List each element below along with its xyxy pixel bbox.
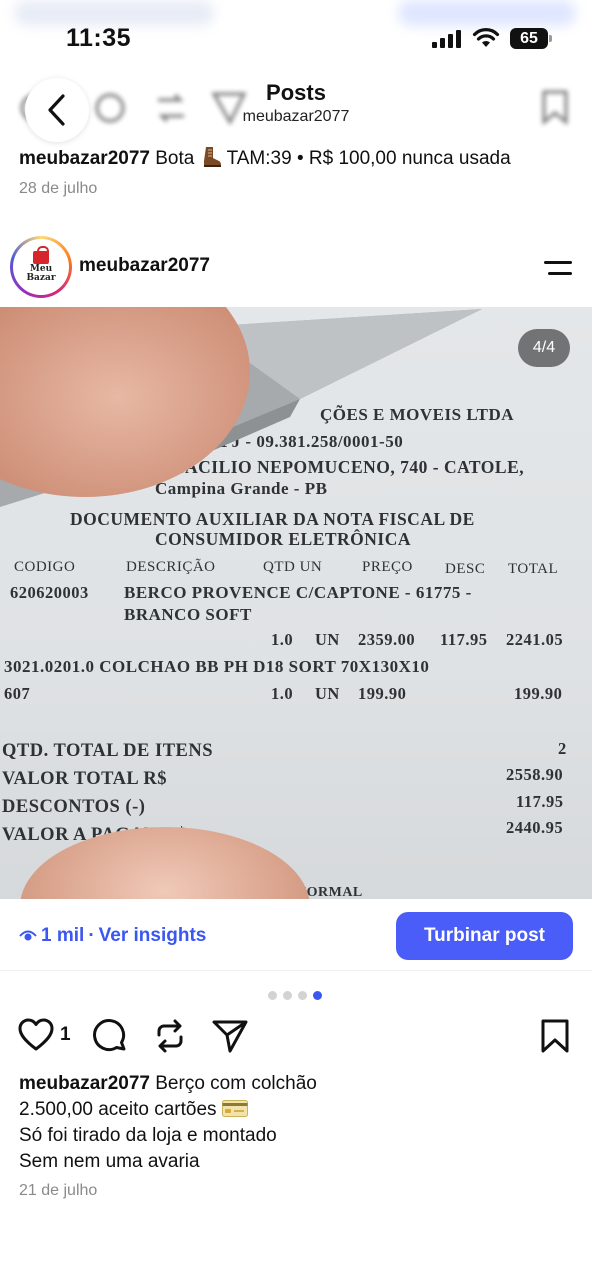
previous-post-date: 28 de julho: [19, 180, 98, 197]
eye-icon: [19, 930, 37, 941]
credit-card-emoji-icon: [221, 1100, 248, 1117]
previous-post-caption-details: TAM:39 • R$ 100,00 nunca usada: [226, 148, 511, 169]
carousel-dot-4-active: [313, 991, 322, 1000]
previous-post-caption-text: Bota: [155, 148, 195, 169]
insights-separator: ·: [88, 925, 95, 946]
post-actions: 1: [0, 1014, 592, 1060]
caption-line-2: 2.500,00 aceito cartões: [19, 1097, 579, 1123]
page-title: Posts: [266, 80, 326, 105]
insights-label: Ver insights: [98, 925, 207, 946]
previous-post-username[interactable]: meubazar2077: [19, 148, 150, 169]
post-date: 21 de julho: [19, 1182, 98, 1199]
comment-icon[interactable]: [92, 1018, 128, 1054]
repost-icon[interactable]: [153, 1018, 187, 1054]
menu-icon[interactable]: [542, 258, 574, 278]
wifi-icon: [472, 28, 500, 47]
status-time: 11:35: [66, 24, 132, 52]
post-caption: meubazar2077 Berço com colchão 2.500,00 …: [19, 1071, 579, 1175]
caption-username[interactable]: meubazar2077: [19, 1073, 150, 1094]
carousel-indicator: [268, 991, 322, 1000]
carousel-dot-1: [268, 991, 277, 1000]
carousel-dot-3: [298, 991, 307, 1000]
post-header: Meu Bazar meubazar2077: [0, 236, 592, 300]
heart-icon[interactable]: [18, 1018, 54, 1052]
blurred-background-button: [398, 0, 576, 26]
page-subtitle: meubazar2077: [242, 108, 350, 125]
slide-counter: 4/4: [518, 329, 570, 367]
avatar-logo-text-2: Bazar: [26, 273, 56, 283]
caption-text-2: 2.500,00 aceito cartões: [19, 1099, 217, 1120]
caption-text-1: Berço com colchão: [155, 1073, 317, 1094]
blurred-background-element: [14, 0, 214, 26]
views-count: 1 mil: [41, 925, 85, 946]
like-group: 1: [18, 1018, 71, 1052]
insights-link[interactable]: 1 mil · Ver insights: [19, 925, 206, 947]
post-username[interactable]: meubazar2077: [79, 255, 210, 277]
carousel-dot-2: [283, 991, 292, 1000]
previous-post-caption: meubazar2077 Bota TAM:39 • R$ 100,00 nun…: [19, 146, 579, 172]
insights-bar: 1 mil · Ver insights Turbinar post: [0, 899, 592, 971]
boot-emoji-icon: [203, 147, 221, 167]
boost-post-button[interactable]: Turbinar post: [396, 912, 573, 960]
shopping-bag-icon: [33, 246, 49, 264]
avatar-logo: Meu Bazar: [13, 239, 69, 295]
post-image[interactable]: ÇÕES E MOVEIS LTDA NPJ - 09.381.258/0001…: [0, 307, 592, 899]
battery-indicator: 65: [510, 28, 548, 49]
caption-text-3: Só foi tirado da loja e montado: [19, 1125, 277, 1146]
caption-text-4: Sem nem uma avaria: [19, 1151, 200, 1172]
share-icon[interactable]: [211, 1018, 249, 1054]
battery-tip: [549, 35, 552, 42]
caption-line-1: meubazar2077 Berço com colchão: [19, 1071, 579, 1097]
previous-post-caption-block: meubazar2077 Bota TAM:39 • R$ 100,00 nun…: [19, 146, 579, 198]
like-count[interactable]: 1: [60, 1024, 71, 1046]
bookmark-icon[interactable]: [540, 1018, 570, 1054]
nav-header: Posts meubazar2077: [0, 66, 592, 142]
cellular-signal-icon: [432, 30, 461, 48]
avatar[interactable]: Meu Bazar: [10, 236, 72, 298]
